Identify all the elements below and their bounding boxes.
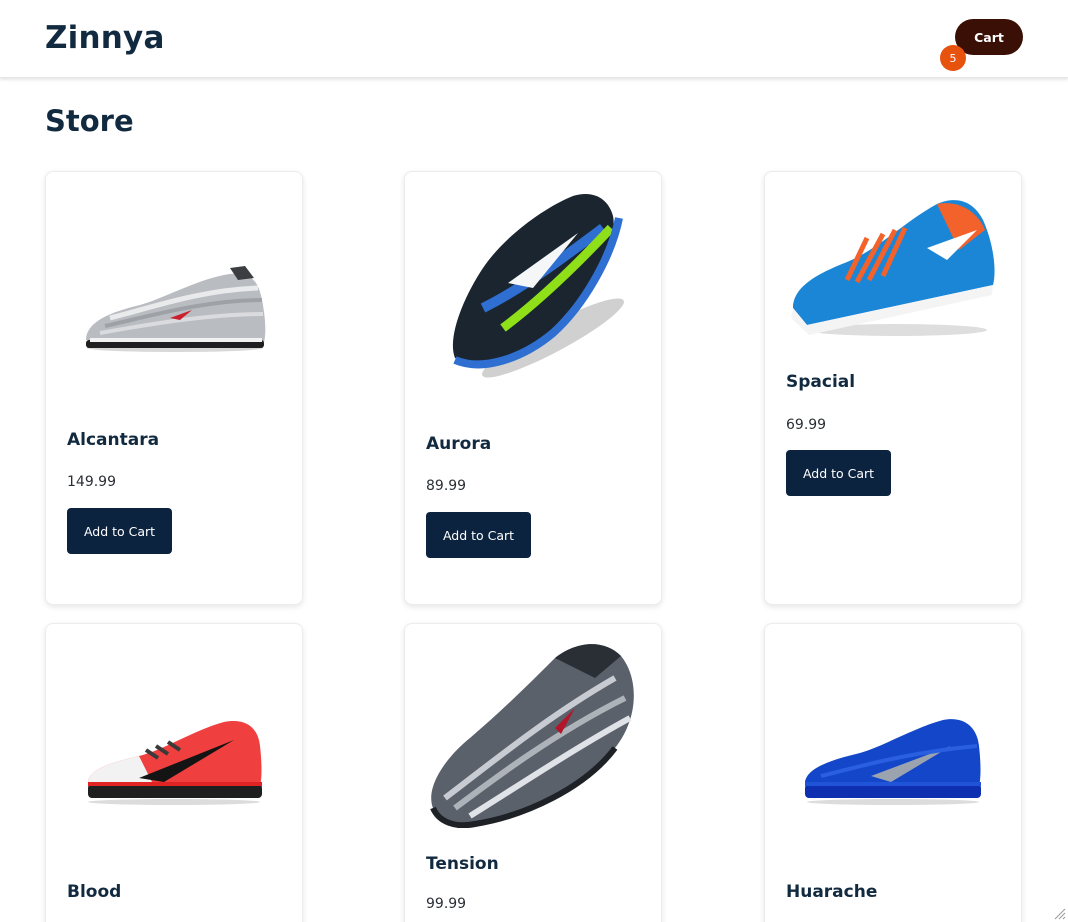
product-card-huarache: Huarache <box>764 623 1022 922</box>
product-card-tension: Tension 99.99 <box>404 623 662 922</box>
resize-grip-icon[interactable] <box>1052 906 1066 920</box>
product-name: Tension <box>426 854 499 874</box>
product-card-blood: Blood <box>45 623 303 922</box>
product-card-spacial: Spacial 69.99 Add to Cart <box>764 171 1022 605</box>
product-name: Blood <box>67 882 122 902</box>
product-price: 149.99 <box>67 474 116 490</box>
product-price: 89.99 <box>426 478 467 494</box>
cart-count-badge: 5 <box>940 45 966 71</box>
add-to-cart-button[interactable]: Add to Cart <box>786 450 891 496</box>
shoe-blue-orange-icon <box>791 200 995 336</box>
shoe-royal-blue-icon <box>805 719 981 805</box>
product-price: 99.99 <box>426 896 467 912</box>
add-to-cart-button[interactable]: Add to Cart <box>67 508 172 554</box>
product-name: Aurora <box>426 434 492 454</box>
top-navbar: Zinnya Cart 5 <box>0 0 1068 78</box>
shoe-silver-icon <box>86 266 266 352</box>
add-to-cart-button[interactable]: Add to Cart <box>426 512 531 558</box>
product-card-alcantara: Alcantara 149.99 Add to Cart <box>45 171 303 605</box>
shoe-red-icon <box>88 721 262 805</box>
product-price: 69.99 <box>786 417 827 433</box>
product-name: Alcantara <box>67 430 160 450</box>
page-title: Store <box>45 104 134 138</box>
product-card-aurora: Aurora 89.99 Add to Cart <box>404 171 662 605</box>
brand-logo[interactable]: Zinnya <box>45 20 165 56</box>
product-name: Huarache <box>786 882 878 902</box>
shoe-metallic-icon <box>430 644 634 828</box>
shoe-black-lime-icon <box>452 194 624 378</box>
cart-button[interactable]: Cart <box>955 19 1023 55</box>
product-name: Spacial <box>786 372 856 392</box>
